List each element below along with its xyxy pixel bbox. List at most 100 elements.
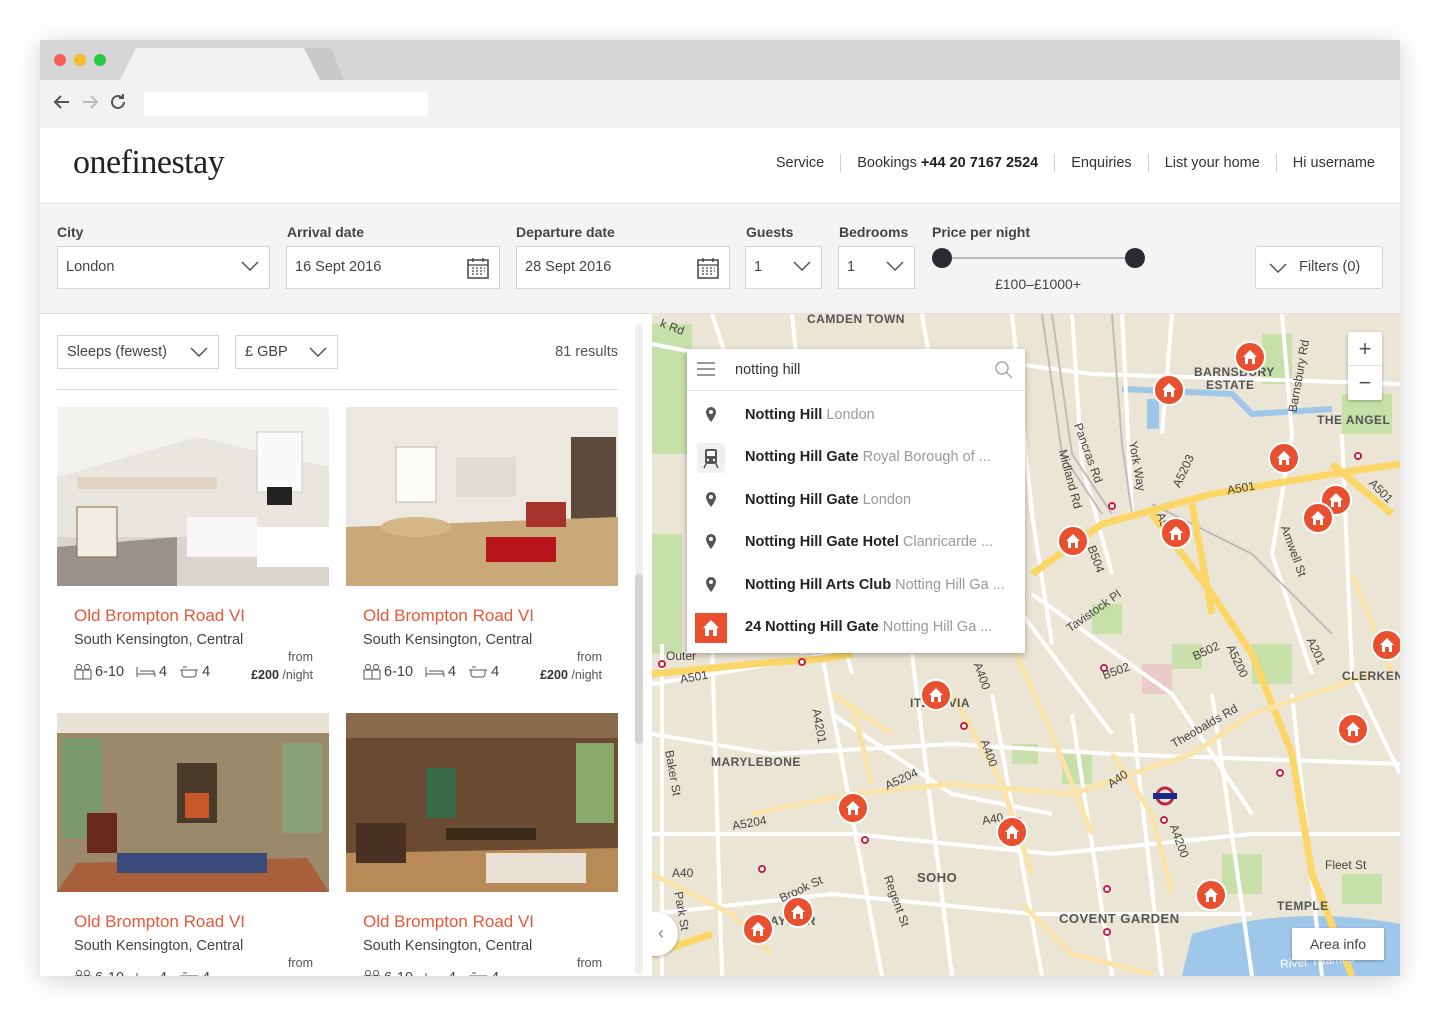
bedrooms-label: Bedrooms: [839, 224, 909, 240]
listing-photo[interactable]: [346, 407, 618, 586]
bedrooms-select[interactable]: 1: [838, 246, 915, 289]
sort-select[interactable]: Sleeps (fewest): [57, 335, 219, 369]
listing-baths: 4: [202, 664, 211, 680]
city-select[interactable]: London: [57, 246, 270, 289]
zoom-in-button[interactable]: +: [1348, 332, 1382, 366]
home-icon: [695, 613, 727, 643]
suggestion-item[interactable]: Notting Hill Gate Hotel Clanricarde ...: [687, 522, 1025, 564]
home-pin-icon[interactable]: [741, 912, 775, 946]
home-pin-icon[interactable]: [1370, 628, 1400, 662]
listing-photo[interactable]: [57, 713, 329, 892]
back-arrow-icon[interactable]: [50, 90, 74, 114]
price-range-text: £100–£1000+: [994, 276, 1082, 292]
listing-title[interactable]: Old Brompton Road VI: [74, 912, 245, 932]
home-pin-icon[interactable]: [919, 678, 953, 712]
departure-label: Departure date: [516, 224, 615, 240]
listing-card[interactable]: Old Brompton Road VI South Kensington, C…: [346, 713, 618, 976]
suggestion-text: Notting Hill Gate Hotel Clanricarde ...: [745, 534, 1015, 550]
minimize-window-icon[interactable]: [74, 54, 86, 66]
home-pin-icon[interactable]: [1233, 340, 1267, 374]
suggestion-name: 24 Notting Hill Gate: [745, 619, 879, 635]
area-info-button[interactable]: Area info: [1292, 928, 1384, 960]
suggestion-item[interactable]: Notting Hill Gate Royal Borough of ...: [687, 437, 1025, 479]
forward-arrow-icon[interactable]: [78, 90, 102, 114]
listing-photo[interactable]: [346, 713, 618, 892]
nav-bookings[interactable]: Bookings +44 20 7167 2524: [841, 154, 1056, 172]
currency-select[interactable]: £ GBP: [235, 335, 338, 369]
home-pin-icon[interactable]: [1301, 501, 1335, 535]
nav-list-your-home[interactable]: List your home: [1149, 154, 1277, 172]
scroll-thumb[interactable]: [635, 574, 643, 744]
listing-meta: 6-10 4 4: [363, 970, 499, 976]
guests-label: Guests: [746, 224, 794, 240]
suggestion-text: Notting Hill London: [745, 407, 1015, 423]
bed-icon: [136, 973, 138, 976]
listing-meta: 6-10 4 4: [74, 970, 210, 976]
departure-value: 28 Sept 2016: [525, 259, 612, 275]
chevron-down-icon: [1269, 263, 1287, 273]
home-pin-icon[interactable]: [1056, 524, 1090, 558]
listing-sleeps: 6-10: [95, 664, 125, 680]
suggestion-detail: Clanricarde ...: [902, 534, 994, 550]
listing-card[interactable]: Old Brompton Road VI South Kensington, C…: [57, 407, 329, 697]
suggestion-item[interactable]: Notting Hill Gate London: [687, 480, 1025, 522]
price-slider-min-handle[interactable]: [932, 248, 952, 268]
listing-card[interactable]: Old Brompton Road VI South Kensington, C…: [346, 407, 618, 697]
map-search-input[interactable]: [735, 357, 985, 383]
maximize-window-icon[interactable]: [94, 54, 106, 66]
nav-user-greeting[interactable]: Hi username: [1277, 154, 1375, 172]
url-bar[interactable]: [144, 92, 428, 116]
close-window-icon[interactable]: [54, 54, 66, 66]
menu-icon[interactable]: [697, 362, 715, 376]
browser-tab-active[interactable]: [120, 48, 320, 80]
filters-button[interactable]: Filters (0): [1255, 246, 1383, 289]
filters-label: Filters (0): [1299, 259, 1361, 275]
listing-beds: 4: [159, 970, 167, 976]
listing-from: from: [288, 650, 313, 664]
listing-card[interactable]: Old Brompton Road VI South Kensington, C…: [57, 713, 329, 976]
home-pin-icon[interactable]: [1267, 441, 1301, 475]
home-pin-icon[interactable]: [1152, 373, 1186, 407]
bath-icon: [180, 666, 199, 678]
suggestion-item[interactable]: Notting Hill London: [687, 395, 1025, 437]
home-pin-icon[interactable]: [995, 815, 1029, 849]
map-search-box: Notting Hill London Notting Hill Gate Ro…: [687, 349, 1025, 653]
nav-service[interactable]: Service: [760, 154, 842, 172]
browser-toolbar: [40, 80, 1400, 128]
listing-title[interactable]: Old Brompton Road VI: [363, 912, 534, 932]
suggestion-item[interactable]: Notting Hill Arts Club Notting Hill Ga .…: [687, 565, 1025, 607]
home-pin-icon[interactable]: [1336, 712, 1370, 746]
map-label-clerkenwell: CLERKEN: [1342, 669, 1400, 683]
map-view[interactable]: CAMDEN TOWN BARNSBURY ESTATE THE ANGEL I…: [652, 314, 1400, 976]
home-pin-icon[interactable]: [836, 791, 870, 825]
zoom-controls: + −: [1348, 332, 1382, 400]
chevron-down-icon: [241, 261, 259, 271]
listing-baths: 4: [202, 970, 210, 976]
zoom-out-button[interactable]: −: [1348, 366, 1382, 400]
nav-enquiries[interactable]: Enquiries: [1055, 154, 1149, 172]
price-slider-max-handle[interactable]: [1125, 248, 1145, 268]
map-label-camden: CAMDEN TOWN: [807, 314, 905, 326]
reload-icon[interactable]: [106, 90, 130, 114]
search-bar: City London Arrival date 16 Sept 2016 De…: [40, 204, 1400, 314]
map-label-marylebone: MARYLEBONE: [711, 755, 801, 769]
home-pin-icon[interactable]: [1159, 516, 1193, 550]
suggestion-detail: Royal Borough of ...: [862, 449, 991, 465]
guests-value: 1: [754, 259, 763, 275]
suggestion-name: Notting Hill Arts Club: [745, 577, 892, 593]
site-logo[interactable]: onefinestay: [73, 144, 225, 182]
price-slider-track[interactable]: [940, 257, 1136, 259]
results-scrollbar[interactable]: [635, 324, 643, 974]
search-icon[interactable]: [995, 361, 1013, 379]
listing-title[interactable]: Old Brompton Road VI: [363, 606, 534, 626]
suggestion-text: Notting Hill Gate London: [745, 492, 1015, 508]
guests-select[interactable]: 1: [745, 246, 822, 289]
home-pin-icon[interactable]: [1194, 878, 1228, 912]
home-pin-icon[interactable]: [781, 895, 815, 929]
departure-date-field[interactable]: 28 Sept 2016: [516, 246, 730, 289]
listing-title[interactable]: Old Brompton Road VI: [74, 606, 245, 626]
listing-photo[interactable]: [57, 407, 329, 586]
arrival-date-field[interactable]: 16 Sept 2016: [286, 246, 500, 289]
suggestion-item[interactable]: 24 Notting Hill Gate Notting Hill Ga ...: [687, 607, 1025, 649]
suggestion-name: Notting Hill Gate: [745, 492, 859, 508]
